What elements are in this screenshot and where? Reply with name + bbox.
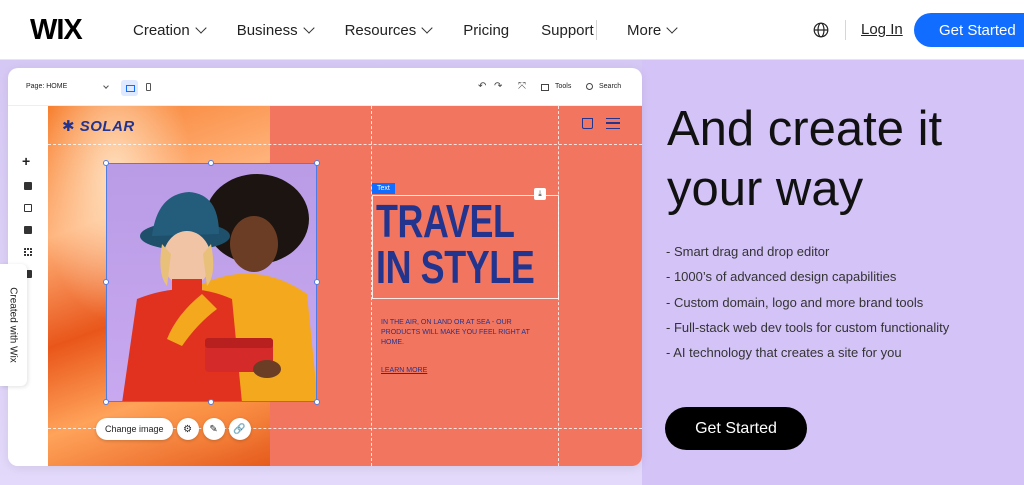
headline-line: IN STYLE: [376, 241, 535, 293]
desktop-view-icon[interactable]: [121, 80, 138, 96]
learn-more-link[interactable]: LEARN MORE: [381, 367, 427, 374]
menu-item-resources[interactable]: Resources: [344, 21, 433, 39]
layout-guide: [48, 144, 642, 145]
menu-item-more[interactable]: More: [627, 0, 678, 60]
feature-item: - AI technology that creates a site for …: [666, 345, 902, 361]
menu-label: Resources: [344, 21, 417, 39]
menu-item-creation[interactable]: Creation: [133, 21, 207, 39]
login-link[interactable]: Log In: [861, 21, 903, 38]
media-icon[interactable]: [24, 226, 32, 234]
menu-label: More: [627, 21, 662, 39]
site-canvas: ✱ SOLAR Text ⤓ TRAVEL IN STYLE IN THE AI…: [48, 106, 642, 466]
nav-divider: [596, 20, 597, 40]
menu-item-pricing[interactable]: Pricing: [463, 22, 509, 39]
resize-handle[interactable]: [103, 399, 109, 405]
resize-handle[interactable]: [103, 279, 109, 285]
feature-list: - Smart drag and drop editor - 1000’s of…: [666, 242, 949, 368]
two-women-illustration: [122, 174, 316, 401]
feature-item: - Custom domain, logo and more brand too…: [666, 294, 924, 310]
shopping-bag-icon[interactable]: [582, 118, 593, 129]
chevron-down-icon: [666, 22, 678, 34]
resize-handle[interactable]: [208, 160, 214, 166]
menu-label: Business: [236, 21, 298, 39]
change-image-button[interactable]: Change image: [96, 418, 173, 440]
add-element-icon[interactable]: +: [22, 153, 30, 169]
page-selector[interactable]: Page: HOME: [26, 83, 67, 90]
feature-item: - 1000’s of advanced design capabilities: [666, 269, 897, 285]
download-icon[interactable]: ⤓: [534, 188, 546, 200]
brush-icon[interactable]: ✎: [202, 418, 225, 440]
site-logo: ✱ SOLAR: [62, 118, 135, 135]
hero-get-started-button[interactable]: Get Started: [665, 407, 807, 450]
apps-icon[interactable]: [24, 248, 32, 256]
hero-title: And create it your way: [667, 102, 943, 216]
settings-gear-icon[interactable]: ⚙: [176, 418, 199, 440]
site-headline[interactable]: TRAVEL IN STYLE: [376, 195, 535, 293]
pages-icon[interactable]: [24, 182, 32, 190]
feature-item: - Full-stack web dev tools for custom fu…: [666, 319, 950, 335]
editor-preview: Page: HOME ↶ ↷ ⤧ Tools Search + ✱ SOLAR: [8, 68, 642, 466]
resize-handle[interactable]: [314, 399, 320, 405]
menu-label: Pricing: [463, 21, 510, 39]
resize-handle[interactable]: [208, 399, 214, 405]
menu-item-business[interactable]: Business: [236, 21, 315, 39]
menu-label: Support: [541, 21, 594, 39]
editor-toolbar: Page: HOME ↶ ↷ ⤧ Tools Search: [8, 68, 642, 106]
menu-label: Creation: [133, 21, 190, 39]
hamburger-menu-icon[interactable]: [606, 118, 620, 129]
menu-item-support[interactable]: Support: [541, 22, 594, 39]
selected-photo[interactable]: [106, 163, 317, 402]
feature-item: - Smart drag and drop editor: [666, 244, 830, 259]
design-icon[interactable]: [24, 204, 32, 212]
created-with-wix-tab[interactable]: Created with Wix: [0, 264, 27, 386]
wix-logo[interactable]: WIX: [30, 14, 83, 47]
nav-divider: [845, 20, 846, 40]
undo-icon[interactable]: ↶: [478, 81, 486, 92]
chevron-down-icon: [195, 22, 207, 34]
chevron-down-icon: [103, 83, 109, 89]
globe-icon[interactable]: [813, 22, 829, 38]
main-menu: Creation Business Resources Pricing Supp…: [133, 0, 626, 60]
chevron-down-icon: [421, 22, 433, 34]
redo-icon[interactable]: ↷: [494, 81, 502, 92]
chevron-down-icon: [302, 22, 315, 34]
search-button[interactable]: Search: [599, 83, 621, 90]
text-element-tag: Text: [372, 183, 395, 194]
tools-button[interactable]: Tools: [555, 83, 571, 90]
get-started-button[interactable]: Get Started: [914, 13, 1024, 47]
created-with-wix-label: Created with Wix: [7, 287, 19, 363]
zoom-fit-icon[interactable]: ⤧: [518, 81, 526, 92]
resize-handle[interactable]: [103, 160, 109, 166]
resize-handle[interactable]: [314, 160, 320, 166]
resize-handle[interactable]: [314, 279, 320, 285]
tools-icon: [541, 84, 549, 91]
search-icon: [586, 83, 593, 90]
top-nav: WIX Creation Business Resources Pricing …: [0, 0, 1024, 60]
headline-line: TRAVEL: [376, 195, 515, 247]
image-toolbar: Change image ⚙ ✎ 🔗: [96, 418, 251, 440]
site-subtext: IN THE AIR, ON LAND OR AT SEA - OUR PROD…: [381, 319, 530, 346]
mobile-view-icon[interactable]: [146, 83, 151, 91]
link-icon[interactable]: 🔗: [228, 418, 251, 440]
